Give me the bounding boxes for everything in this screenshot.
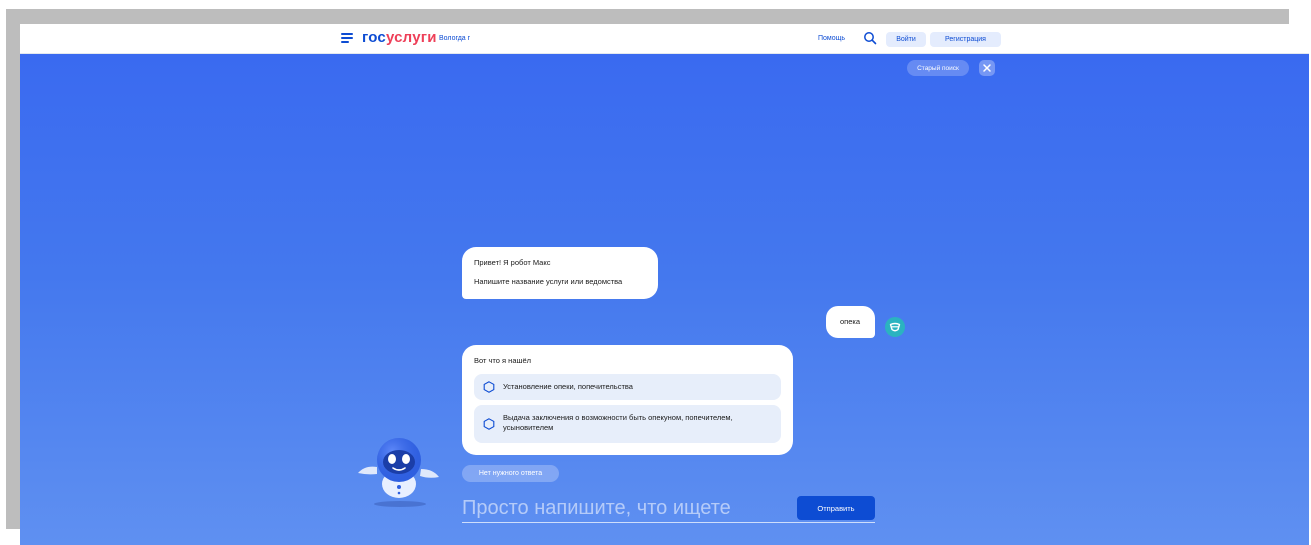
hexagon-icon — [483, 381, 495, 393]
search-chat-area: Старый поиск Привет! Я робот Макс Напиши… — [20, 54, 1309, 545]
no-answer-button[interactable]: Нет нужного ответа — [462, 465, 559, 482]
hexagon-icon — [483, 418, 495, 430]
user-message-bubble: опека — [826, 306, 875, 338]
login-button[interactable]: Войти — [886, 32, 926, 47]
result-option[interactable]: Выдача заключения о возможности быть опе… — [474, 405, 781, 443]
help-link[interactable]: Помощь — [818, 35, 845, 42]
greeting-line2: Напишите название услуги или ведомства — [474, 277, 623, 286]
logo-text-part1: гос — [362, 29, 386, 46]
register-button[interactable]: Регистрация — [930, 32, 1001, 47]
robot-max-icon — [358, 438, 439, 507]
send-button[interactable]: Отправить — [797, 496, 875, 520]
results-title: Вот что я нашёл — [474, 356, 532, 365]
old-search-button[interactable]: Старый поиск — [907, 60, 969, 76]
bot-results-bubble: Вот что я нашёл Установление опеки, попе… — [462, 345, 793, 455]
result-option-label: Выдача заключения о возможности быть опе… — [503, 413, 733, 432]
greeting-line1: Привет! Я робот Макс — [474, 258, 551, 267]
result-option-label: Установление опеки, попечительства — [503, 382, 633, 391]
region-selector[interactable]: Вологда г — [439, 35, 470, 42]
result-option[interactable]: Установление опеки, попечительства — [474, 374, 781, 400]
gosuslugi-logo[interactable]: госуслуги — [362, 29, 437, 46]
user-avatar-icon[interactable] — [885, 317, 905, 337]
browser-viewport: госуслуги Вологда г Помощь Войти Регистр… — [20, 24, 1309, 545]
search-icon[interactable] — [863, 31, 877, 45]
user-message-text: опека — [840, 317, 861, 326]
burger-menu-icon[interactable] — [341, 33, 353, 43]
bot-greeting-bubble: Привет! Я робот Макс Напишите название у… — [462, 247, 658, 299]
site-header: госуслуги Вологда г Помощь Войти Регистр… — [20, 24, 1309, 54]
logo-text-part2: услуги — [385, 29, 437, 46]
search-input[interactable] — [462, 495, 792, 521]
close-icon[interactable] — [979, 60, 995, 76]
